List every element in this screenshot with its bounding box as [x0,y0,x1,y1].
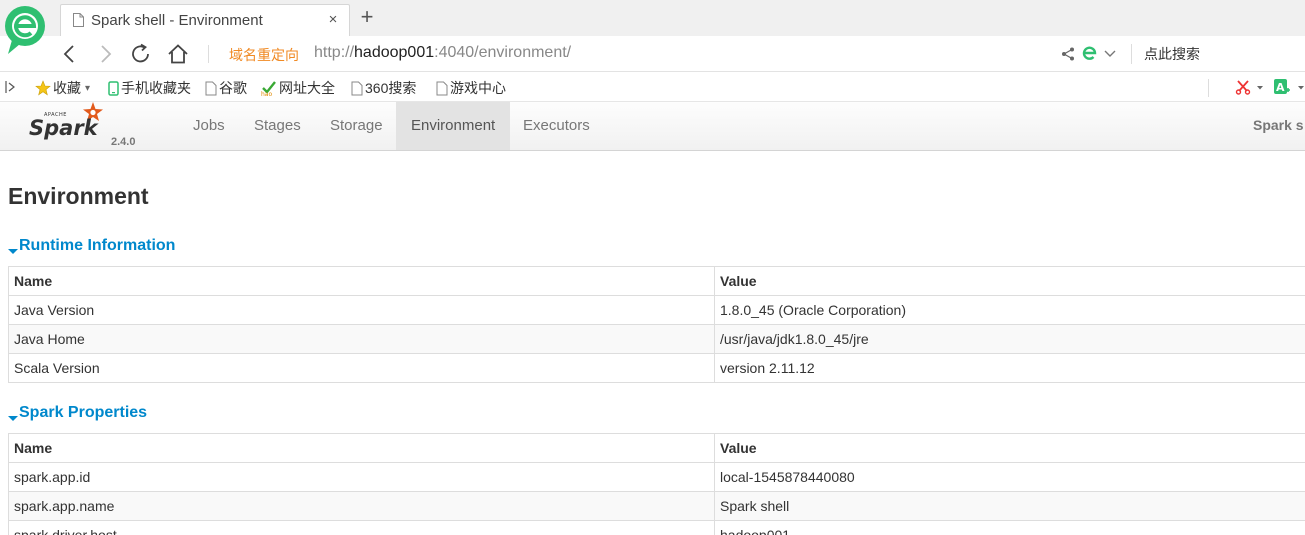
scissors-icon[interactable] [1235,79,1251,95]
home-icon[interactable] [166,42,190,66]
address-separator [208,45,209,63]
bookmark-label: 网址大全 [279,80,335,96]
tab-title: Spark shell - Environment [91,12,263,29]
column-header-name[interactable]: Name [8,433,715,463]
url-path: :4040/environment/ [434,44,572,61]
bookmark-label: 游戏中心 [450,80,506,96]
caret-down-icon [8,416,18,421]
runtime-info-toggle[interactable]: Runtime Information [8,237,175,255]
forward-icon[interactable] [93,42,117,66]
redirect-label[interactable]: 域名重定向 [229,45,299,65]
dropdown-arrow-icon[interactable] [1297,84,1305,92]
search-separator [1131,44,1132,64]
page-icon [205,81,217,95]
bookmark-label: 手机收藏夹 [121,80,191,96]
column-header-name[interactable]: Name [8,266,715,296]
property-value: Spark shell [714,491,1305,521]
browser-mode-e-icon[interactable] [1081,44,1099,62]
spark-logo[interactable]: APACHE Spark [26,102,110,142]
page-icon [436,81,448,95]
property-value: /usr/java/jdk1.8.0_45/jre [714,324,1305,354]
table-row: Scala Version version 2.11.12 [8,353,1305,383]
property-name: spark.app.id [8,462,715,492]
spark-navbar: APACHE Spark 2.4.0 Jobs Stages Storage E… [0,102,1305,151]
tab-executors[interactable]: Executors [508,102,605,150]
address-bar: 域名重定向 http://hadoop001:4040/environment/… [0,36,1305,72]
dropdown-arrow-icon[interactable] [1256,84,1264,92]
spark-version: 2.4.0 [111,136,136,148]
bookmark-favorites[interactable]: 收藏 ▾ [35,78,90,98]
bookmark-label: 收藏 [53,80,81,96]
runtime-info-heading: Runtime Information [19,237,176,254]
tab-close-icon[interactable]: × [325,11,341,28]
svg-text:Spark: Spark [29,116,100,140]
star-icon [35,80,51,96]
tab-environment[interactable]: Environment [396,102,511,150]
spark-properties-heading: Spark Properties [19,404,148,421]
bookmark-google[interactable]: 谷歌 [205,78,247,98]
svg-text:hao: hao [261,91,272,96]
page-icon [73,13,84,27]
browser-tab[interactable]: Spark shell - Environment × [60,4,350,36]
page-title: Environment [8,183,149,209]
table-row: Java Home /usr/java/jdk1.8.0_45/jre [8,324,1305,354]
bookmark-hao123[interactable]: hao 网址大全 [261,78,335,98]
tab-stages[interactable]: Stages [239,102,316,150]
url-field[interactable]: http://hadoop001:4040/environment/ [314,44,571,62]
hao-icon: hao [261,81,276,96]
dropdown-arrow-icon: ▾ [85,82,91,94]
back-icon[interactable] [58,42,82,66]
bookmark-label: 360搜索 [365,80,417,96]
app-name: Spark s [1253,117,1304,133]
property-value: 1.8.0_45 (Oracle Corporation) [714,295,1305,325]
property-value: hadoop001 [714,520,1305,535]
runtime-info-table: Name Value Java Version 1.8.0_45 (Oracle… [8,266,1305,383]
bookmark-mobile-favorites[interactable]: 手机收藏夹 [108,78,191,98]
table-row: Java Version 1.8.0_45 (Oracle Corporatio… [8,295,1305,325]
property-name: Scala Version [8,353,715,383]
table-row: spark.app.name Spark shell [8,491,1305,521]
property-name: Java Version [8,295,715,325]
new-tab-icon[interactable]: + [357,5,377,29]
sidebar-toggle-icon[interactable] [5,80,17,94]
table-header-row: Name Value [8,266,1305,296]
property-name: spark.driver.host [8,520,715,535]
reload-icon[interactable] [129,42,153,66]
spark-properties-toggle[interactable]: Spark Properties [8,404,147,422]
spark-properties-table: Name Value spark.app.id local-1545878440… [8,433,1305,535]
column-header-value[interactable]: Value [714,433,1305,463]
table-header-row: Name Value [8,433,1305,463]
browser-tab-bar: Spark shell - Environment × + [0,0,1305,54]
url-host: hadoop001 [354,44,435,61]
share-icon[interactable] [1061,47,1075,61]
property-name: spark.app.name [8,491,715,521]
tab-jobs[interactable]: Jobs [178,102,240,150]
chevron-down-icon[interactable] [1103,46,1117,60]
column-header-value[interactable]: Value [714,266,1305,296]
bookmark-label: 谷歌 [219,80,247,96]
property-value: version 2.11.12 [714,353,1305,383]
svg-text:A: A [1276,81,1285,94]
phone-icon [108,80,119,96]
bookmarks-bar: 收藏 ▾ 手机收藏夹 谷歌 hao 网址大全 360搜索 游戏中心 A [0,72,1305,102]
caret-down-icon [8,249,18,254]
page-icon [351,81,363,95]
table-row: spark.app.id local-1545878440080 [8,462,1305,492]
translate-icon[interactable]: A [1273,78,1291,96]
table-row: spark.driver.host hadoop001 [8,520,1305,535]
url-prefix: http:// [314,44,355,61]
tab-storage[interactable]: Storage [315,102,398,150]
property-value: local-1545878440080 [714,462,1305,492]
bookmark-360-search[interactable]: 360搜索 [351,78,416,98]
property-name: Java Home [8,324,715,354]
bookmark-game-center[interactable]: 游戏中心 [436,78,506,98]
browser-logo-icon[interactable] [2,4,48,56]
search-box[interactable]: 点此搜索 [1144,44,1200,64]
bookmark-separator [1208,79,1209,97]
